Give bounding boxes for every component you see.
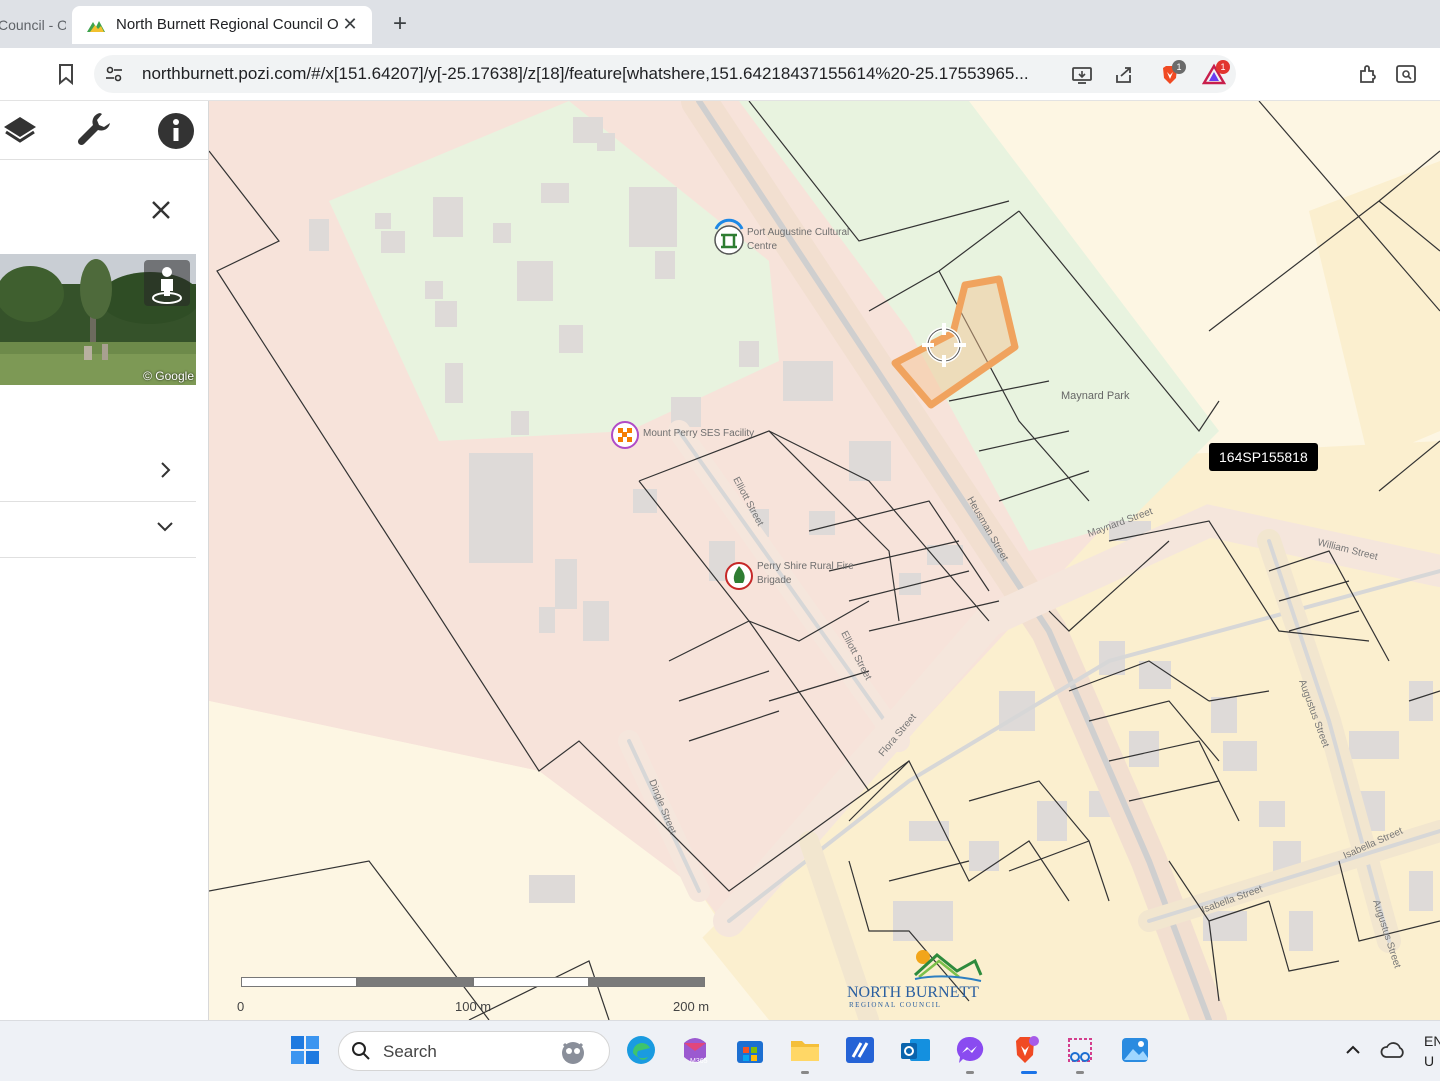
chevron-down-icon: [157, 522, 173, 532]
input-language-line2: U: [1424, 1053, 1435, 1069]
panel-section-row-1[interactable]: [0, 441, 196, 502]
chevron-right-icon: [161, 462, 171, 478]
search-placeholder: Search: [383, 1042, 437, 1061]
close-icon[interactable]: [148, 197, 174, 223]
file-explorer-icon[interactable]: [788, 1033, 822, 1067]
snipping-tool-icon[interactable]: [1063, 1033, 1097, 1067]
taskbar-search[interactable]: Search: [338, 1031, 610, 1071]
active-indicator: [1021, 1071, 1037, 1074]
ses-facility-marker-icon[interactable]: [611, 421, 639, 449]
chevron-up-icon[interactable]: [1344, 1041, 1362, 1059]
tab-active-title: North Burnett Regional Council Onl: [116, 16, 338, 33]
map-canvas[interactable]: Port Augustine Cultural Centre Mount Per…: [209, 101, 1440, 1020]
poi-label-cultural-1: Port Augustine Cultural: [747, 227, 849, 238]
photos-icon[interactable]: [1118, 1033, 1152, 1067]
install-app-icon[interactable]: [1070, 63, 1094, 87]
running-indicator: [801, 1071, 809, 1074]
rewards-badge: 1: [1216, 60, 1230, 74]
bookmark-icon[interactable]: [54, 62, 78, 86]
council-favicon-icon: [87, 21, 105, 32]
microsoft-365-icon[interactable]: M365: [678, 1033, 712, 1067]
scale-label-0: 0: [237, 999, 245, 1014]
logo-text-1: NORTH BURNETT: [847, 984, 979, 1001]
side-panel: © Google: [0, 101, 209, 1020]
scale-segment: [589, 977, 705, 987]
tab-active[interactable]: North Burnett Regional Council Onl ✕: [72, 6, 372, 44]
logo-text-2: REGIONAL COUNCIL: [849, 1001, 941, 1009]
input-language[interactable]: EN U: [1424, 1031, 1440, 1071]
app-z-icon[interactable]: [843, 1033, 877, 1067]
poi-label-cultural-2: Centre: [747, 241, 777, 252]
search-icon: [352, 1042, 370, 1060]
streetview-pegman-icon[interactable]: [144, 260, 190, 306]
site-info-icon[interactable]: [104, 64, 124, 84]
onedrive-cloud-icon[interactable]: [1380, 1039, 1406, 1061]
north-burnett-logo: NORTH BURNETT REGIONAL COUNCIL: [845, 947, 985, 1009]
info-icon[interactable]: [156, 109, 196, 149]
edge-icon[interactable]: [624, 1033, 658, 1067]
fire-brigade-marker-icon[interactable]: [725, 562, 753, 590]
scale-label-200: 200 m: [673, 999, 710, 1014]
reading-list-icon[interactable]: [1394, 62, 1418, 86]
close-tab-icon[interactable]: ✕: [340, 14, 360, 34]
address-bar[interactable]: northburnett.pozi.com/#/x[151.64207]/y[-…: [94, 55, 1236, 93]
browser-toolbar: northburnett.pozi.com/#/x[151.64207]/y[-…: [0, 48, 1440, 101]
running-indicator: [966, 1071, 974, 1074]
residential-zone-north: [1309, 161, 1440, 461]
scale-segment: [241, 977, 357, 987]
new-tab-button[interactable]: +: [386, 10, 414, 38]
cultural-centre-marker-icon[interactable]: [714, 218, 744, 255]
scale-bar: 0 100 m 200 m: [237, 977, 711, 1017]
poi-label-fire-2: Brigade: [757, 575, 792, 586]
m365-badge-text: M365: [690, 1058, 708, 1065]
share-icon[interactable]: [1112, 63, 1136, 87]
tab-previous[interactable]: Council - Onl: [0, 8, 66, 42]
scale-segment: [473, 977, 589, 987]
url-text[interactable]: northburnett.pozi.com/#/x[151.64207]/y[-…: [142, 64, 1062, 84]
parcel-id-tooltip: 164SP155818: [1209, 443, 1318, 471]
streetview-credit: © Google: [143, 369, 194, 383]
park-label-maynard: Maynard Park: [1061, 390, 1130, 402]
poi-label-fire-1: Perry Shire Rural Fire: [757, 561, 854, 572]
store-icon[interactable]: [733, 1033, 767, 1067]
map-layer: Port Augustine Cultural Centre Mount Per…: [209, 101, 1440, 1020]
windows-start-icon[interactable]: [288, 1033, 322, 1067]
scale-segment: [357, 977, 473, 987]
logo-mark-icon: NORTH BURNETT REGIONAL COUNCIL: [847, 950, 983, 1009]
extensions-icon[interactable]: [1356, 62, 1380, 86]
wrench-icon[interactable]: [74, 109, 114, 149]
brave-icon[interactable]: [1008, 1033, 1042, 1067]
input-language-line1: EN: [1424, 1033, 1440, 1049]
shields-badge: 1: [1172, 60, 1186, 74]
panel-toolbar: [0, 101, 208, 160]
streetview-thumbnail[interactable]: © Google: [0, 254, 196, 385]
tab-previous-title: Council - Onl: [0, 17, 66, 33]
running-indicator: [1076, 1071, 1084, 1074]
messenger-icon[interactable]: [953, 1033, 987, 1067]
outlook-icon[interactable]: [898, 1033, 932, 1067]
browser-tab-strip: Council - Onl North Burnett Regional Cou…: [0, 0, 1440, 48]
poi-label-ses: Mount Perry SES Facility: [643, 428, 754, 439]
search-highlight-icon: [562, 1042, 584, 1064]
layers-icon[interactable]: [0, 109, 40, 149]
windows-taskbar: Search M365 EN U: [0, 1020, 1440, 1081]
scale-label-100: 100 m: [455, 999, 492, 1014]
panel-section-row-2[interactable]: [0, 497, 196, 558]
